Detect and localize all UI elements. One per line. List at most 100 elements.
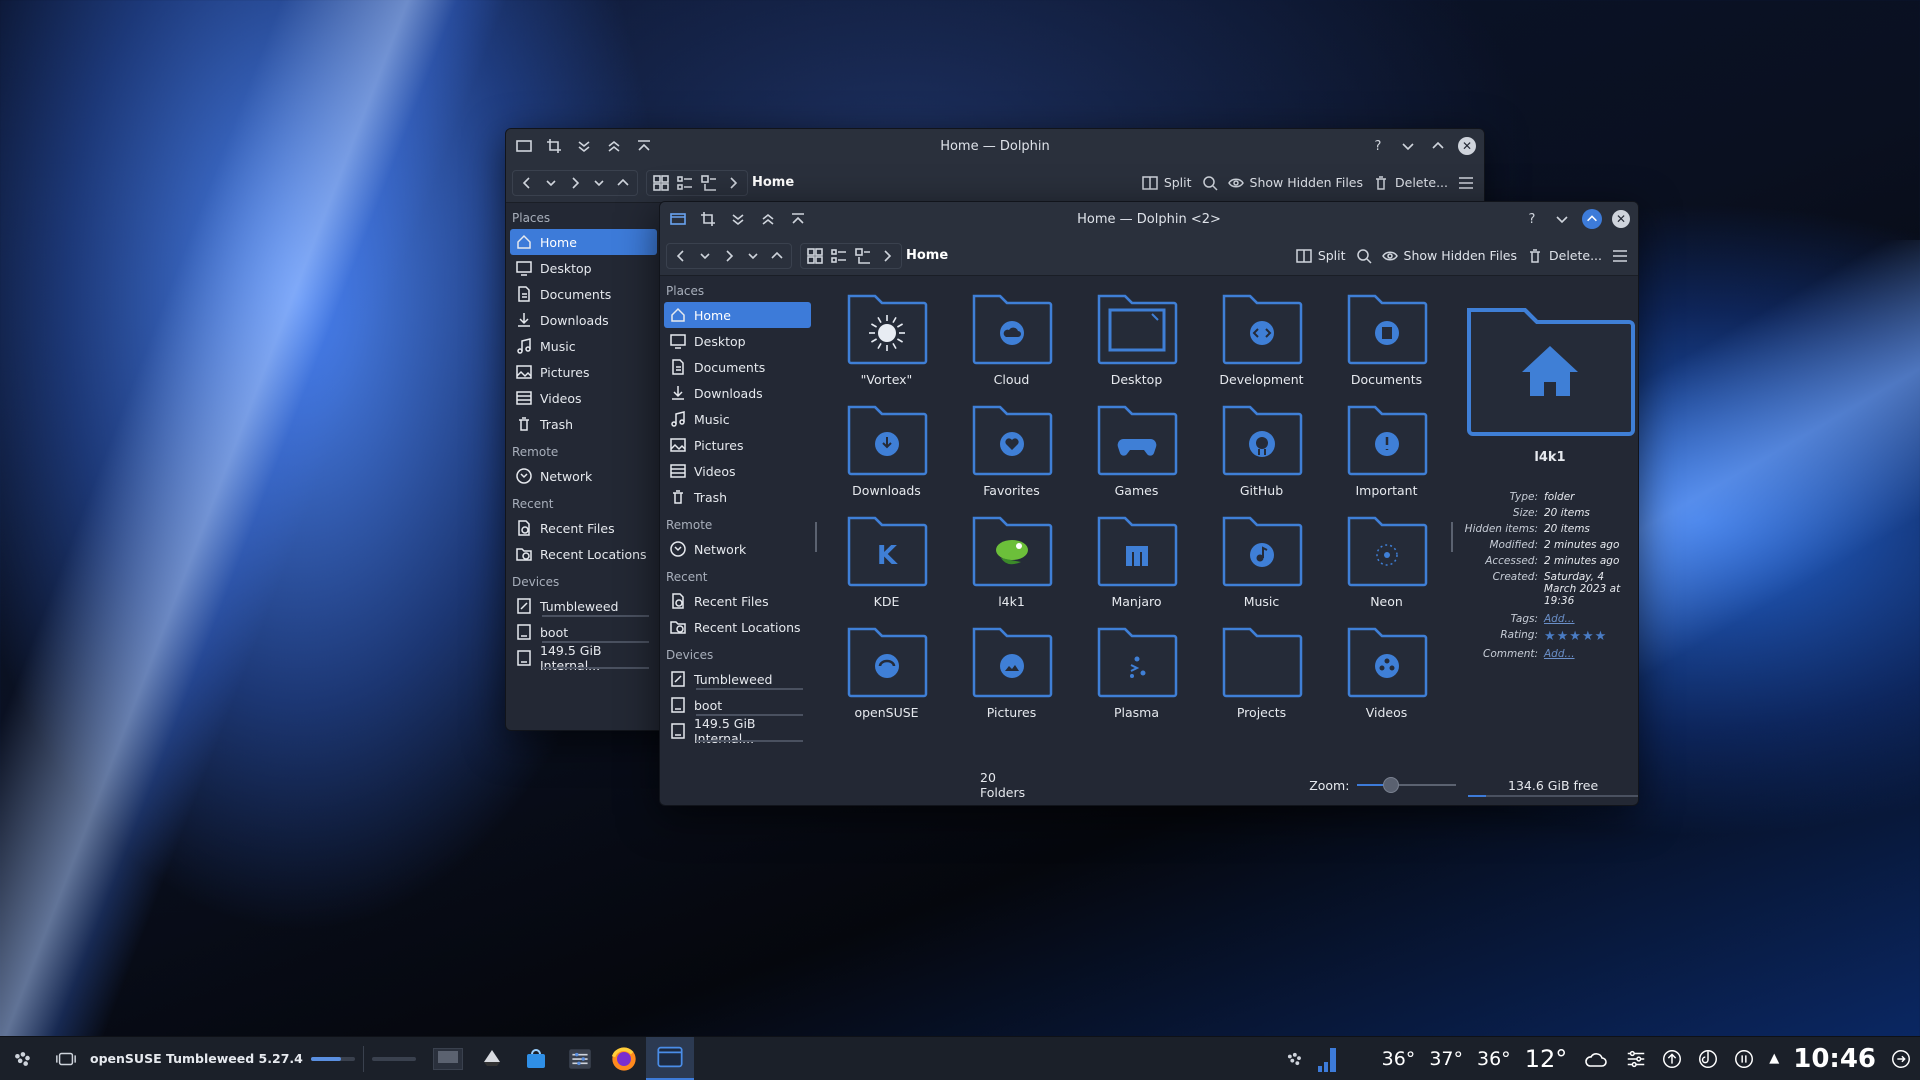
compact-view-icon[interactable]: [829, 246, 849, 266]
folder-manjaro[interactable]: Manjaro: [1074, 510, 1199, 621]
discover-task[interactable]: [514, 1037, 558, 1080]
audio-icon[interactable]: [1697, 1048, 1719, 1070]
sidebar-item-recent-files[interactable]: Recent Files: [664, 588, 811, 614]
folder-pictures[interactable]: Pictures: [949, 621, 1074, 732]
sidebar-item-recent-locations[interactable]: Recent Locations: [664, 614, 811, 640]
folder-games[interactable]: Games: [1074, 399, 1199, 510]
folder-videos[interactable]: Videos: [1324, 621, 1449, 732]
tray-expand-icon[interactable]: ▲: [1769, 1051, 1779, 1066]
desktop-preview[interactable]: [426, 1037, 470, 1080]
dolphin-window-front[interactable]: Home — Dolphin <2> ? ✕ Home Split Show H…: [659, 201, 1639, 806]
application-launcher[interactable]: [0, 1037, 44, 1080]
crop-icon[interactable]: [544, 136, 564, 156]
forward-icon[interactable]: [719, 246, 739, 266]
sidebar-item-recent-locations[interactable]: Recent Locations: [510, 541, 657, 567]
sliders-icon[interactable]: [1625, 1048, 1647, 1070]
comment-add-link[interactable]: Add...: [1544, 648, 1628, 660]
sidebar-item-music[interactable]: Music: [664, 406, 811, 432]
minimize-icon[interactable]: [1552, 209, 1572, 229]
sidebar-item-documents[interactable]: Documents: [510, 281, 657, 307]
rating-stars[interactable]: ★★★★★: [1544, 629, 1628, 644]
panel-splitter[interactable]: [815, 522, 817, 552]
sidebar-item-trash[interactable]: Trash: [664, 484, 811, 510]
close-icon[interactable]: ✕: [1458, 137, 1476, 155]
chevron-down-icon[interactable]: [695, 246, 715, 266]
split-button[interactable]: Split: [1142, 175, 1192, 191]
show-hidden-button[interactable]: Show Hidden Files: [1227, 175, 1363, 191]
free-space[interactable]: 134.6 GiB free: [1468, 771, 1638, 799]
system-settings-task[interactable]: [558, 1037, 602, 1080]
sidebar-item-recent-files[interactable]: Recent Files: [510, 515, 657, 541]
show-hidden-button[interactable]: Show Hidden Files: [1381, 248, 1517, 264]
split-button[interactable]: Split: [1296, 248, 1346, 264]
sidebar-item-149-5-gib-internal[interactable]: 149.5 GiB Internal...: [510, 643, 657, 673]
icons-view-icon[interactable]: [651, 173, 671, 193]
zoom-slider-handle[interactable]: [1383, 777, 1400, 793]
search-button[interactable]: [1202, 175, 1218, 191]
sidebar-item-videos[interactable]: Videos: [510, 385, 657, 411]
sidebar-item-boot[interactable]: boot: [664, 692, 811, 718]
chevron-down-icon[interactable]: [541, 173, 561, 193]
sidebar-item-videos[interactable]: Videos: [664, 458, 811, 484]
compact-view-icon[interactable]: [675, 173, 695, 193]
menu-button[interactable]: [1458, 175, 1474, 191]
maximize-icon[interactable]: [1582, 209, 1602, 229]
keep-below-icon[interactable]: [574, 136, 594, 156]
folder-important[interactable]: Important: [1324, 399, 1449, 510]
weather-temp[interactable]: 12°: [1525, 1045, 1568, 1073]
folder-music[interactable]: Music: [1199, 510, 1324, 621]
inkscape-task[interactable]: [470, 1037, 514, 1080]
zoom-slider[interactable]: [1357, 777, 1457, 793]
icons-view-icon[interactable]: [805, 246, 825, 266]
sidebar-item-tumbleweed[interactable]: Tumbleweed: [664, 666, 811, 692]
details-view-icon[interactable]: [853, 246, 873, 266]
sidebar-item-downloads[interactable]: Downloads: [510, 307, 657, 333]
folder-documents[interactable]: Documents: [1324, 288, 1449, 399]
sidebar-item-pictures[interactable]: Pictures: [510, 359, 657, 385]
network-icon[interactable]: [1284, 1049, 1304, 1069]
shade-icon[interactable]: [634, 136, 654, 156]
folder-projects[interactable]: Projects: [1199, 621, 1324, 732]
folder-l4k1[interactable]: l4k1: [949, 510, 1074, 621]
breadcrumb[interactable]: Home: [752, 175, 794, 190]
folder-development[interactable]: Development: [1199, 288, 1324, 399]
help-icon[interactable]: ?: [1522, 209, 1542, 229]
sidebar-item-home[interactable]: Home: [664, 302, 811, 328]
up-icon[interactable]: [613, 173, 633, 193]
back-icon[interactable]: [517, 173, 537, 193]
cloud-icon[interactable]: [1581, 1047, 1611, 1071]
sidebar-item-documents[interactable]: Documents: [664, 354, 811, 380]
pager[interactable]: [44, 1037, 88, 1080]
delete-button[interactable]: Delete...: [1373, 175, 1448, 191]
sidebar-item-network[interactable]: Network: [510, 463, 657, 489]
window-menu-icon[interactable]: [668, 209, 688, 229]
sidebar-item-trash[interactable]: Trash: [510, 411, 657, 437]
keep-above-icon[interactable]: [604, 136, 624, 156]
folder-vortex[interactable]: "Vortex": [824, 288, 949, 399]
sidebar-item-network[interactable]: Network: [664, 536, 811, 562]
help-icon[interactable]: ?: [1368, 136, 1388, 156]
up-icon[interactable]: [767, 246, 787, 266]
minimize-icon[interactable]: [1398, 136, 1418, 156]
folder-cloud[interactable]: Cloud: [949, 288, 1074, 399]
sidebar-item-home[interactable]: Home: [510, 229, 657, 255]
chevron-down-icon[interactable]: [589, 173, 609, 193]
sidebar-item-pictures[interactable]: Pictures: [664, 432, 811, 458]
sidebar-item-music[interactable]: Music: [510, 333, 657, 359]
folder-plasma[interactable]: Plasma: [1074, 621, 1199, 732]
clock[interactable]: 10:46: [1793, 1044, 1876, 1074]
folder-github[interactable]: GitHub: [1199, 399, 1324, 510]
sidebar-item-downloads[interactable]: Downloads: [664, 380, 811, 406]
sidebar-item-desktop[interactable]: Desktop: [510, 255, 657, 281]
dolphin-task-active[interactable]: [645, 1036, 694, 1080]
forward-icon[interactable]: [565, 173, 585, 193]
folder-desktop[interactable]: Desktop: [1074, 288, 1199, 399]
crop-icon[interactable]: [698, 209, 718, 229]
tags-add-link[interactable]: Add...: [1544, 613, 1628, 625]
firefox-task[interactable]: [602, 1037, 646, 1080]
updates-icon[interactable]: [1661, 1048, 1683, 1070]
delete-button[interactable]: Delete...: [1527, 248, 1602, 264]
search-button[interactable]: [1356, 248, 1372, 264]
close-icon[interactable]: ✕: [1612, 210, 1630, 228]
maximize-icon[interactable]: [1428, 136, 1448, 156]
